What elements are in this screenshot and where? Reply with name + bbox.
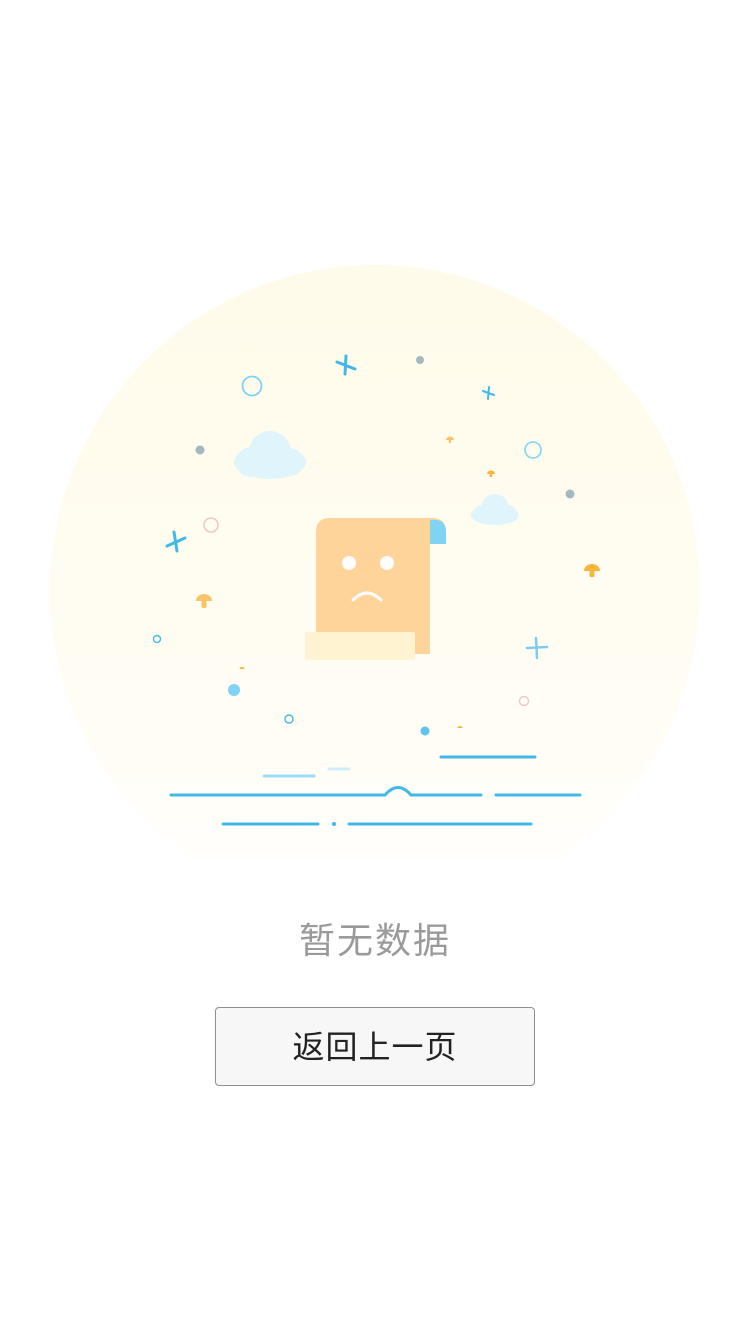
dot-decoration [416, 356, 424, 364]
dot-decoration [565, 489, 575, 499]
empty-document-sad-icon [305, 518, 446, 660]
dot-decoration [420, 726, 430, 736]
empty-state-message: 暂无数据 [298, 921, 451, 962]
empty-state-illustration [50, 265, 700, 860]
dot-decoration [195, 445, 205, 455]
dot-decoration [228, 684, 240, 696]
back-button[interactable]: 返回上一页 [215, 1007, 535, 1086]
